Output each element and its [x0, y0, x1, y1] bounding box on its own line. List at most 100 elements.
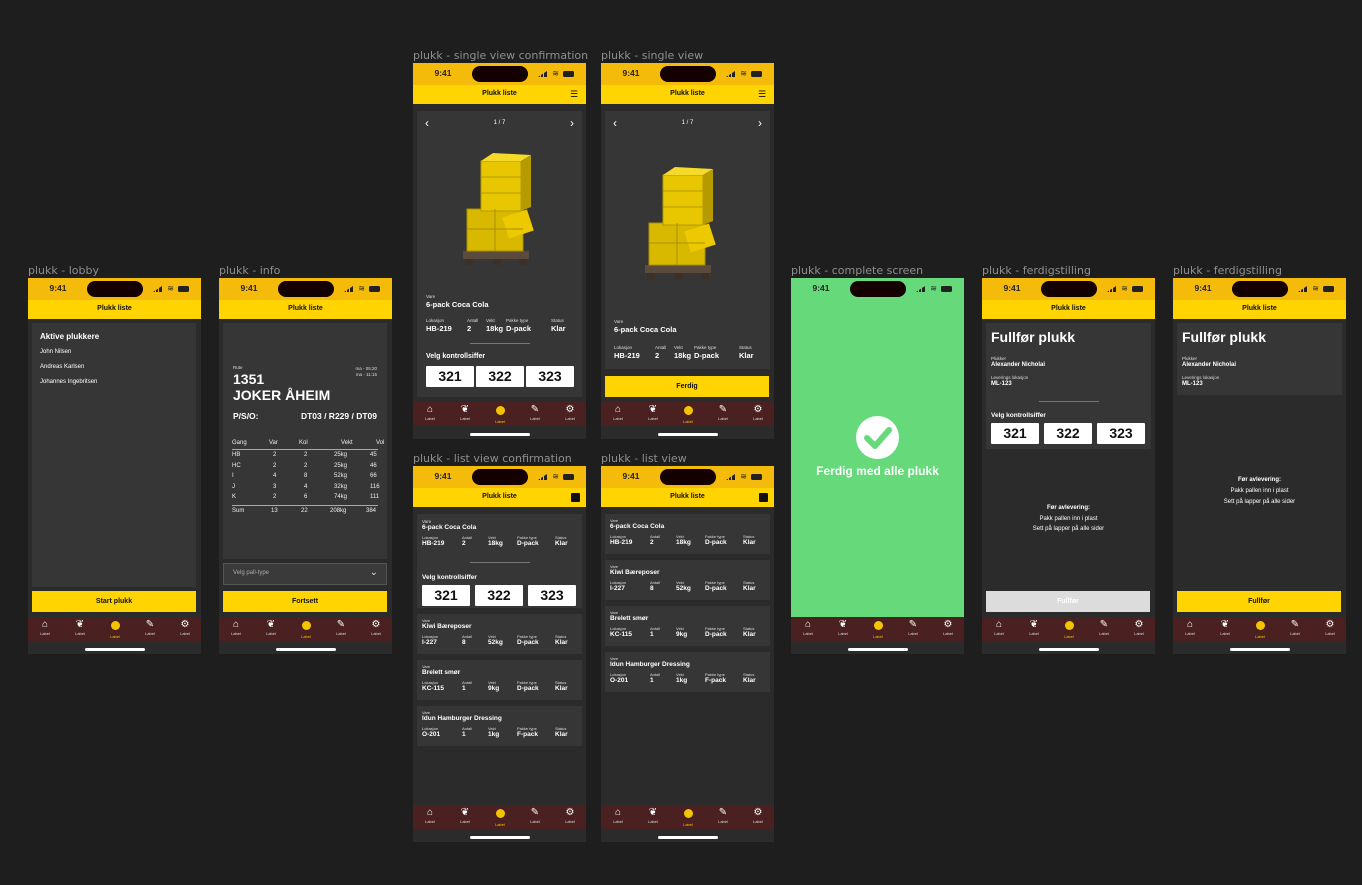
list-icon[interactable]: ☰	[570, 90, 580, 99]
note-icon[interactable]	[759, 493, 768, 502]
tab-item[interactable]: Label	[1247, 619, 1273, 640]
tab-item[interactable]: Label	[675, 807, 701, 828]
field-value: D-pack	[694, 351, 720, 360]
picker-item[interactable]: John Nilsen	[40, 349, 71, 355]
list-item[interactable]: Vare Brelett smør Lokasjon KC-115 Antall 1 Vek…	[605, 606, 770, 646]
instruction-line: Sett på lapper på alle sider	[1223, 499, 1296, 505]
list-item[interactable]: Vare 6-pack Coca Cola Lokasjon HB-219 Antall…	[605, 514, 770, 554]
code-option[interactable]: 321	[422, 585, 470, 606]
tab-item[interactable]: ❦ Label	[640, 807, 666, 825]
tab-label: Label	[1134, 631, 1144, 636]
wifi-icon: ≋	[552, 69, 559, 78]
signal-icon	[726, 474, 735, 480]
tab-item[interactable]: Label	[487, 807, 513, 828]
tab-item[interactable]: ✎ Label	[328, 619, 354, 637]
tab-item[interactable]: ✎ Label	[522, 807, 548, 825]
tab-item[interactable]: ⚙ Label	[1126, 619, 1152, 637]
ferdig-button[interactable]: Ferdig	[605, 376, 769, 397]
tab-bar: ⌂ Label ❦ Label Label ✎ Label ⚙ Label	[413, 805, 586, 829]
instructions-title: Før avlevering:	[1046, 505, 1090, 511]
tab-label: Label	[145, 631, 155, 636]
chevron-right-icon[interactable]: ›	[758, 116, 762, 130]
code-option[interactable]: 322	[475, 585, 523, 606]
tab-item[interactable]: ⚙ Label	[745, 404, 771, 422]
tab-item[interactable]: ✎ Label	[522, 404, 548, 422]
fullfor-button[interactable]: Fullfør	[1177, 591, 1341, 612]
tab-item[interactable]: ⌂ Label	[795, 619, 821, 637]
field-value: I-227	[610, 585, 625, 592]
tab-item[interactable]: ❦ Label	[1021, 619, 1047, 637]
tab-item[interactable]: Label	[675, 404, 701, 425]
code-option[interactable]: 321	[991, 423, 1039, 444]
tab-item[interactable]: ✎ Label	[1091, 619, 1117, 637]
tab-item[interactable]: Label	[293, 619, 319, 640]
tab-label: Label	[425, 416, 435, 421]
tab-item[interactable]: ❦ Label	[452, 404, 478, 422]
tab-item[interactable]: Label	[1056, 619, 1082, 640]
picker-item[interactable]: Andreas Karlsen	[40, 364, 84, 370]
code-option[interactable]: 322	[476, 366, 524, 387]
code-option[interactable]: 323	[528, 585, 576, 606]
status-bar: 9:41 ≋	[413, 466, 586, 488]
tab-item[interactable]: Label	[487, 404, 513, 425]
tab-item[interactable]: ⌂ Label	[417, 404, 443, 422]
tab-item[interactable]: ⌂ Label	[986, 619, 1012, 637]
tab-item[interactable]: ✎ Label	[137, 619, 163, 637]
list-icon[interactable]: ☰	[758, 90, 768, 99]
field-label: Antall	[655, 345, 667, 350]
field-value: O-201	[422, 731, 441, 738]
tab-label: Label	[425, 819, 435, 824]
list-item[interactable]: Vare Idun Hamburger Dressing Lokasjon O-201…	[605, 652, 770, 692]
note-icon[interactable]	[571, 493, 580, 502]
tab-item[interactable]: Label	[865, 619, 891, 640]
field-value: D-pack	[506, 324, 532, 333]
gear-icon: ⚙	[1134, 619, 1144, 630]
tab-item[interactable]: ❦ Label	[258, 619, 284, 637]
code-option[interactable]: 323	[526, 366, 574, 387]
tab-item[interactable]: ⌂ Label	[417, 807, 443, 825]
tab-item[interactable]: ⚙ Label	[172, 619, 198, 637]
tab-item[interactable]: ⚙ Label	[557, 807, 583, 825]
tab-item[interactable]: ✎ Label	[710, 404, 736, 422]
tab-item[interactable]: ✎ Label	[710, 807, 736, 825]
field-value: D-pack	[705, 539, 727, 546]
chevron-right-icon[interactable]: ›	[570, 116, 574, 130]
list-item[interactable]: Vare Kiwi Bæreposer Lokasjon I-227 Antall 8 Ve…	[605, 560, 770, 600]
tab-item[interactable]: Label	[102, 619, 128, 640]
tab-item[interactable]: ❦ Label	[452, 807, 478, 825]
tab-item[interactable]: ⚙ Label	[935, 619, 961, 637]
list-item-expanded[interactable]: Vare 6-pack Coca Cola Velg kontrollsiffe…	[417, 514, 582, 608]
tab-item[interactable]: ⌂ Label	[32, 619, 58, 637]
field-label: Status	[551, 318, 564, 323]
tab-item[interactable]: ⚙ Label	[557, 404, 583, 422]
tab-item[interactable]: ⚙ Label	[745, 807, 771, 825]
tab-item[interactable]: ⚙ Label	[1317, 619, 1343, 637]
field-label: Antall	[467, 318, 479, 323]
start-plukk-button[interactable]: Start plukk	[32, 591, 196, 612]
field-value: 1	[650, 631, 654, 638]
code-option[interactable]: 322	[1044, 423, 1092, 444]
tab-item[interactable]: ❦ Label	[1212, 619, 1238, 637]
code-option[interactable]: 321	[426, 366, 474, 387]
tab-item[interactable]: ❦ Label	[830, 619, 856, 637]
fortsett-button[interactable]: Fortsett	[223, 591, 387, 612]
tab-item[interactable]: ❦ Label	[67, 619, 93, 637]
tab-item[interactable]: ⌂ Label	[223, 619, 249, 637]
tab-item[interactable]: ⌂ Label	[605, 404, 631, 422]
item-card: ‹ 1 / 7 › Vare 6-pack Coca Cola Velg kon…	[417, 111, 582, 397]
tab-item[interactable]: ⌂ Label	[1177, 619, 1203, 637]
list-item[interactable]: Vare Brelett smør Lokasjon KC-115 Antall 1 Vek…	[417, 660, 582, 700]
picker-item[interactable]: Johannes Ingebritsen	[40, 379, 97, 385]
plukker-label: Plukker	[991, 356, 1007, 361]
tab-item[interactable]: ⚙ Label	[363, 619, 389, 637]
list-item[interactable]: Vare Idun Hamburger Dressing Lokasjon O-201…	[417, 706, 582, 746]
tab-item[interactable]: ✎ Label	[1282, 619, 1308, 637]
tab-item[interactable]: ⌂ Label	[605, 807, 631, 825]
fullfor-button[interactable]: Fullfør	[986, 591, 1150, 612]
tab-item[interactable]: ✎ Label	[900, 619, 926, 637]
leaf-icon: ❦	[838, 619, 848, 630]
tab-item[interactable]: ❦ Label	[640, 404, 666, 422]
pall-type-select[interactable]: Velg pall-type ⌄	[223, 563, 387, 585]
list-item[interactable]: Vare Kiwi Bæreposer Lokasjon I-227 Antall 8 Ve…	[417, 614, 582, 654]
code-option[interactable]: 323	[1097, 423, 1145, 444]
